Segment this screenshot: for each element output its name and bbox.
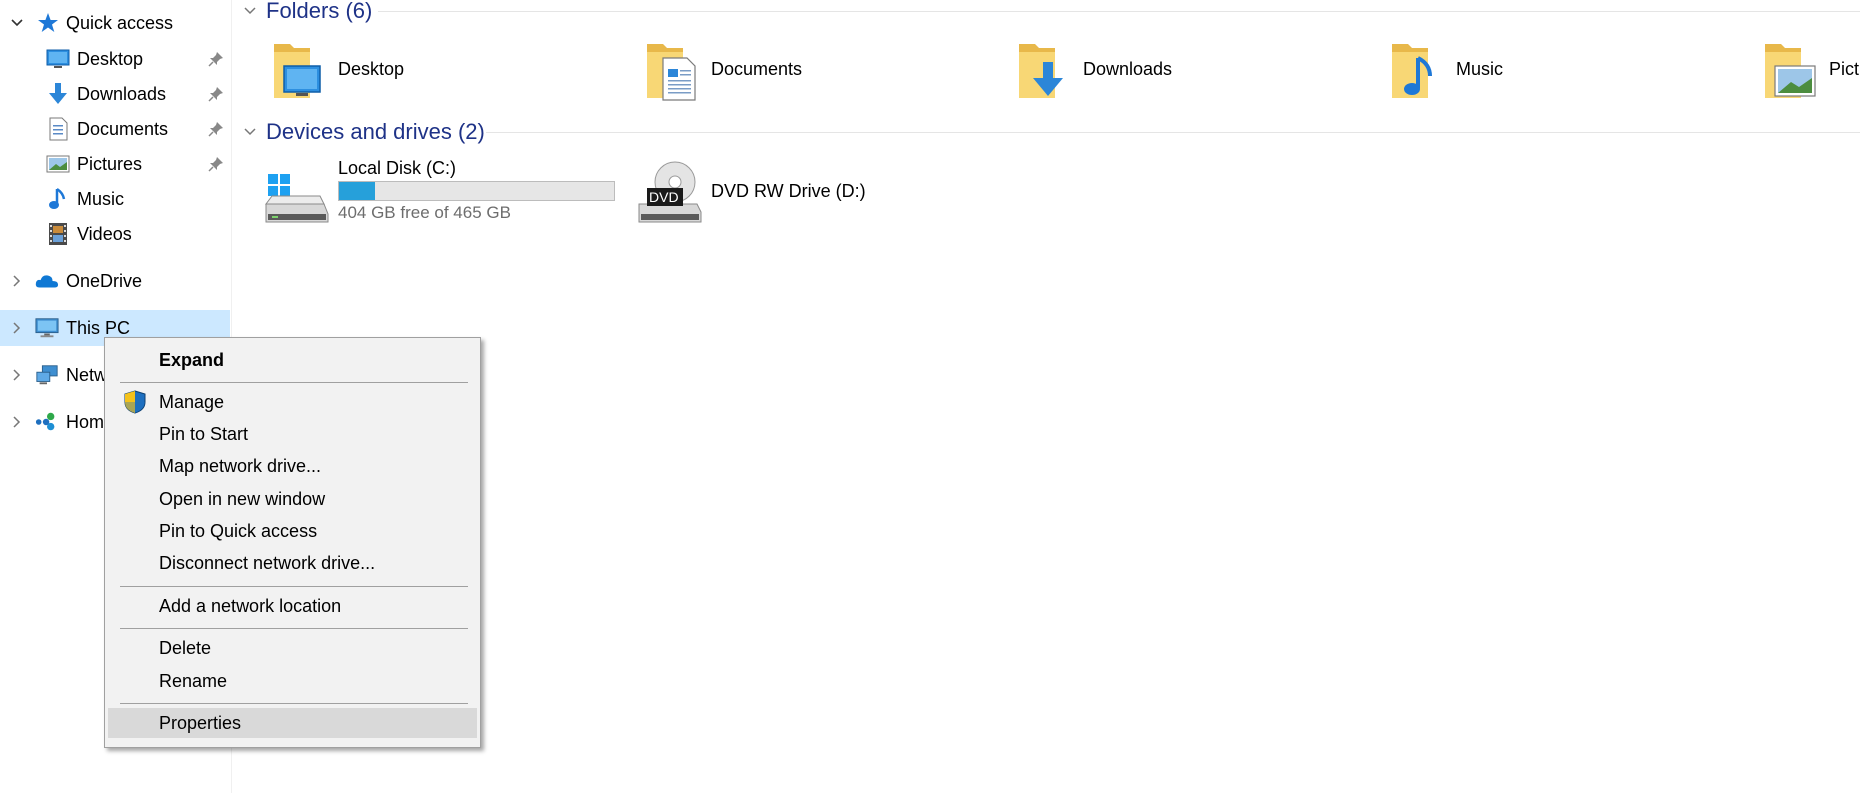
nav-item-videos[interactable]: Videos xyxy=(0,216,230,252)
onedrive-cloud-icon xyxy=(35,269,59,293)
nav-label: OneDrive xyxy=(66,270,143,291)
nav-label: Desktop xyxy=(77,48,144,69)
nav-item-quick-access[interactable]: Quick access xyxy=(0,5,230,41)
drive-label: DVD RW Drive (D:) xyxy=(711,181,866,201)
music-icon xyxy=(46,187,70,211)
menu-item-rename[interactable]: Rename xyxy=(108,666,477,696)
folder-label: Desktop xyxy=(338,59,405,79)
music-folder-icon xyxy=(1388,38,1450,102)
chevron-down-icon[interactable] xyxy=(10,16,24,30)
group-title: Folders (6) xyxy=(266,0,373,23)
menu-item-manage[interactable]: Manage xyxy=(108,387,477,417)
pin-icon[interactable] xyxy=(208,86,224,102)
nav-item-onedrive[interactable]: OneDrive xyxy=(0,263,230,299)
menu-item-properties[interactable]: Properties xyxy=(108,708,477,738)
menu-label: Delete xyxy=(159,637,212,658)
documents-folder-icon xyxy=(643,38,705,102)
folders-group-header[interactable]: Folders (6) xyxy=(240,0,1860,26)
menu-item-delete[interactable]: Delete xyxy=(108,633,477,663)
menu-item-pin-quick-access[interactable]: Pin to Quick access xyxy=(108,516,477,546)
nav-label: This PC xyxy=(66,317,131,338)
menu-label: Disconnect network drive... xyxy=(159,552,376,573)
pictures-icon xyxy=(46,152,70,176)
chevron-right-icon[interactable] xyxy=(10,274,24,288)
drive-label: Local Disk (C:) xyxy=(338,158,457,178)
group-title: Devices and drives (2) xyxy=(266,119,485,144)
pin-icon[interactable] xyxy=(208,121,224,137)
folder-label: Downloads xyxy=(1083,59,1173,79)
folder-label: Documents xyxy=(711,59,803,79)
pictures-folder-icon xyxy=(1761,38,1823,102)
nav-label: Downloads xyxy=(77,83,167,104)
disk-free-text: 404 GB free of 465 GB xyxy=(338,203,511,222)
menu-label: Properties xyxy=(159,712,242,733)
folder-tile-desktop[interactable]: Desktop xyxy=(270,38,570,102)
menu-label: Pin to Start xyxy=(159,423,249,444)
menu-item-open-new-window[interactable]: Open in new window xyxy=(108,484,477,514)
computer-icon xyxy=(35,316,59,340)
menu-label: Map network drive... xyxy=(159,455,322,476)
folder-label: Music xyxy=(1456,59,1504,79)
menu-item-disconnect-network-drive[interactable]: Disconnect network drive... xyxy=(108,548,477,578)
downloads-folder-icon xyxy=(1015,38,1077,102)
menu-label: Expand xyxy=(159,349,225,370)
pin-icon[interactable] xyxy=(208,156,224,172)
menu-item-add-network-location[interactable]: Add a network location xyxy=(108,591,477,621)
drive-tile-dvd[interactable]: DVD DVD RW Drive (D:) xyxy=(634,160,894,226)
menu-label: Open in new window xyxy=(159,488,326,509)
divider xyxy=(378,11,1860,12)
nav-item-desktop[interactable]: Desktop xyxy=(0,41,230,77)
nav-label: Hom xyxy=(66,411,105,432)
chevron-down-icon[interactable] xyxy=(243,4,257,18)
nav-item-music[interactable]: Music xyxy=(0,181,230,217)
videos-icon xyxy=(46,222,70,246)
dvd-badge: DVD xyxy=(649,189,679,205)
dvd-drive-icon: DVD xyxy=(637,160,703,224)
network-icon xyxy=(35,363,59,387)
menu-label: Manage xyxy=(159,391,225,412)
hard-drive-windows-icon xyxy=(264,174,330,224)
menu-label: Pin to Quick access xyxy=(159,520,318,541)
menu-label: Add a network location xyxy=(159,595,342,616)
nav-label: Pictures xyxy=(77,153,143,174)
star-pin-icon xyxy=(36,11,60,35)
nav-item-documents[interactable]: Documents xyxy=(0,111,230,147)
menu-item-map-network-drive[interactable]: Map network drive... xyxy=(108,451,477,481)
nav-item-downloads[interactable]: Downloads xyxy=(0,76,230,112)
chevron-right-icon[interactable] xyxy=(10,321,24,335)
folder-label: Pict xyxy=(1829,59,1860,79)
chevron-right-icon[interactable] xyxy=(10,368,24,382)
nav-label: Videos xyxy=(77,223,132,244)
divider xyxy=(486,132,1860,133)
pin-icon[interactable] xyxy=(208,51,224,67)
menu-separator xyxy=(120,382,468,383)
folder-tile-downloads[interactable]: Downloads xyxy=(1015,38,1315,102)
menu-item-expand[interactable]: Expand xyxy=(108,345,477,375)
homegroup-icon xyxy=(35,410,59,434)
disk-usage-bar xyxy=(338,181,615,201)
folder-tile-pictures[interactable]: Pict xyxy=(1761,38,1860,102)
folder-tile-documents[interactable]: Documents xyxy=(643,38,943,102)
menu-separator xyxy=(120,703,468,704)
chevron-down-icon[interactable] xyxy=(243,125,257,139)
nav-label: Music xyxy=(77,188,125,209)
shield-icon xyxy=(124,390,146,414)
menu-label: Rename xyxy=(159,670,228,691)
menu-separator xyxy=(120,586,468,587)
menu-item-pin-to-start[interactable]: Pin to Start xyxy=(108,419,477,449)
desktop-folder-icon xyxy=(270,38,332,102)
nav-item-pictures[interactable]: Pictures xyxy=(0,146,230,182)
nav-label: Documents xyxy=(77,118,169,139)
nav-label: Quick access xyxy=(66,12,174,33)
documents-icon xyxy=(46,117,70,141)
chevron-right-icon[interactable] xyxy=(10,415,24,429)
menu-separator xyxy=(120,628,468,629)
context-menu: Expand Manage Pin to Start Map network d… xyxy=(104,337,481,748)
nav-label: Netw xyxy=(66,364,108,385)
folder-tile-music[interactable]: Music xyxy=(1388,38,1688,102)
downloads-icon xyxy=(46,82,70,106)
disk-usage-fill xyxy=(339,182,376,200)
desktop-icon xyxy=(46,47,70,71)
